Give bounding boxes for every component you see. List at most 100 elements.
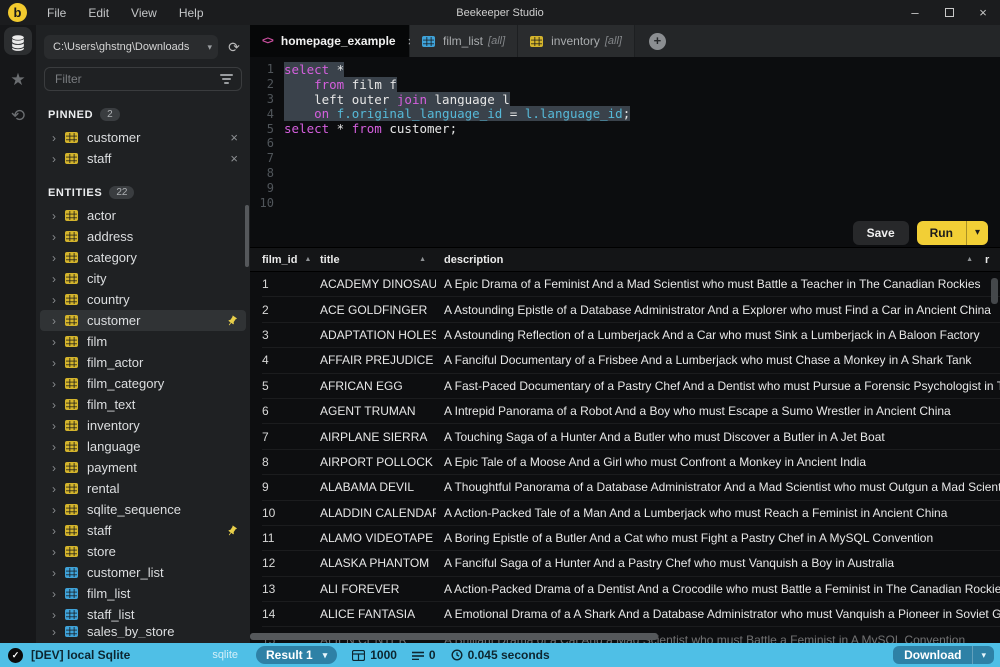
column-header-description[interactable]: description▲ xyxy=(436,248,985,271)
tab-inventory[interactable]: inventory[all] xyxy=(518,25,635,57)
entity-item-film_text[interactable]: ›film_text xyxy=(40,394,246,415)
table-row[interactable]: 4AFFAIR PREJUDICEA Fanciful Documentary … xyxy=(262,348,1000,373)
code-line[interactable]: 4 on f.original_language_id = l.language… xyxy=(250,106,1000,121)
favorites-icon[interactable]: ★ xyxy=(0,61,36,97)
code-line[interactable]: 1select * xyxy=(250,62,1000,77)
pin-icon[interactable] xyxy=(226,315,238,327)
entity-filter[interactable] xyxy=(44,67,242,91)
entity-item-payment[interactable]: ›payment xyxy=(40,457,246,478)
expand-caret-icon[interactable]: › xyxy=(52,131,65,145)
code-line[interactable]: 6 xyxy=(250,136,1000,151)
pinned-item-staff[interactable]: ›staff× xyxy=(40,148,246,169)
entity-item-customer_list[interactable]: ›customer_list xyxy=(40,562,246,583)
expand-caret-icon[interactable]: › xyxy=(52,377,65,391)
result-selector[interactable]: Result 1 ▾ xyxy=(256,646,337,664)
table-row[interactable]: 10ALADDIN CALENDARA Action-Packed Tale o… xyxy=(262,501,1000,526)
minimize-icon[interactable]: – xyxy=(898,5,932,20)
sort-icon[interactable]: ▲ xyxy=(304,256,311,263)
pinned-item-customer[interactable]: ›customer× xyxy=(40,127,246,148)
tables-panel-icon[interactable] xyxy=(0,25,36,61)
tab-film_list[interactable]: film_list[all] xyxy=(410,25,518,57)
entity-item-rental[interactable]: ›rental xyxy=(40,478,246,499)
database-selector[interactable]: C:\Users\ghstng\Downloads ▾ xyxy=(44,35,218,59)
sidebar-scrollbar[interactable] xyxy=(245,205,249,267)
expand-caret-icon[interactable]: › xyxy=(52,209,65,223)
entity-item-address[interactable]: ›address xyxy=(40,226,246,247)
column-header-r[interactable]: r xyxy=(985,248,1000,271)
close-icon[interactable]: × xyxy=(966,5,1000,20)
expand-caret-icon[interactable]: › xyxy=(52,461,65,475)
entity-item-customer[interactable]: ›customer xyxy=(40,310,246,331)
entity-item-sqlite_sequence[interactable]: ›sqlite_sequence xyxy=(40,499,246,520)
history-icon[interactable]: ⟲ xyxy=(0,97,36,133)
filter-icon[interactable] xyxy=(220,74,233,84)
save-button[interactable]: Save xyxy=(853,221,909,245)
column-header-film_id[interactable]: film_id▲ xyxy=(262,248,318,271)
entity-item-actor[interactable]: ›actor xyxy=(40,205,246,226)
expand-caret-icon[interactable]: › xyxy=(52,566,65,580)
run-button[interactable]: Run xyxy=(917,221,966,245)
entity-item-film_actor[interactable]: ›film_actor xyxy=(40,352,246,373)
entity-item-staff[interactable]: ›staff xyxy=(40,520,246,541)
expand-caret-icon[interactable]: › xyxy=(52,440,65,454)
entity-item-film_category[interactable]: ›film_category xyxy=(40,373,246,394)
expand-caret-icon[interactable]: › xyxy=(52,314,65,328)
maximize-icon[interactable] xyxy=(932,5,966,20)
unpin-icon[interactable]: × xyxy=(224,151,238,166)
entity-item-country[interactable]: ›country xyxy=(40,289,246,310)
run-options-icon[interactable]: ▾ xyxy=(966,221,988,245)
expand-caret-icon[interactable]: › xyxy=(52,419,65,433)
expand-caret-icon[interactable]: › xyxy=(52,272,65,286)
entity-item-category[interactable]: ›category xyxy=(40,247,246,268)
table-row[interactable]: 14ALICE FANTASIAA Emotional Drama of a A… xyxy=(262,602,1000,627)
table-row[interactable]: 7AIRPLANE SIERRAA Touching Saga of a Hun… xyxy=(262,424,1000,449)
entity-item-city[interactable]: ›city xyxy=(40,268,246,289)
unpin-icon[interactable]: × xyxy=(224,130,238,145)
table-row[interactable]: 13ALI FOREVERA Action-Packed Drama of a … xyxy=(262,577,1000,602)
expand-caret-icon[interactable]: › xyxy=(52,230,65,244)
table-row[interactable]: 2ACE GOLDFINGERA Astounding Epistle of a… xyxy=(262,297,1000,322)
results-vertical-scrollbar[interactable] xyxy=(991,278,998,304)
entity-item-staff_list[interactable]: ›staff_list xyxy=(40,604,246,625)
expand-caret-icon[interactable]: › xyxy=(52,608,65,622)
code-line[interactable]: 7 xyxy=(250,151,1000,166)
pin-icon[interactable] xyxy=(226,525,238,537)
expand-caret-icon[interactable]: › xyxy=(52,398,65,412)
entity-item-language[interactable]: ›language xyxy=(40,436,246,457)
entity-item-sales_by_store[interactable]: ›sales_by_store xyxy=(40,625,246,638)
expand-caret-icon[interactable]: › xyxy=(52,524,65,538)
table-row[interactable]: 1ACADEMY DINOSAURA Epic Drama of a Femin… xyxy=(262,272,1000,297)
expand-caret-icon[interactable]: › xyxy=(52,251,65,265)
table-row[interactable]: 5AFRICAN EGGA Fast-Paced Documentary of … xyxy=(262,374,1000,399)
code-line[interactable]: 8 xyxy=(250,166,1000,181)
code-line[interactable]: 9 xyxy=(250,180,1000,195)
table-row[interactable]: 3ADAPTATION HOLESA Astounding Reflection… xyxy=(262,323,1000,348)
expand-caret-icon[interactable]: › xyxy=(52,152,65,166)
code-line[interactable]: 2 from film f xyxy=(250,77,1000,92)
entity-item-store[interactable]: ›store xyxy=(40,541,246,562)
sort-icon[interactable]: ▲ xyxy=(966,256,973,263)
new-tab-button[interactable]: + xyxy=(649,33,666,50)
expand-caret-icon[interactable]: › xyxy=(52,482,65,496)
expand-caret-icon[interactable]: › xyxy=(52,625,65,638)
column-header-title[interactable]: title▲ xyxy=(318,248,436,271)
entity-item-inventory[interactable]: ›inventory xyxy=(40,415,246,436)
expand-caret-icon[interactable]: › xyxy=(52,335,65,349)
table-row[interactable]: 8AIRPORT POLLOCKA Epic Tale of a Moose A… xyxy=(262,450,1000,475)
results-horizontal-scrollbar[interactable] xyxy=(250,633,658,640)
connection-name[interactable]: [DEV] local Sqlite xyxy=(31,648,130,662)
download-button[interactable]: Download xyxy=(893,646,972,664)
code-line[interactable]: 10 xyxy=(250,195,1000,210)
code-line[interactable]: 5select * from customer; xyxy=(250,121,1000,136)
table-row[interactable]: 11ALAMO VIDEOTAPEA Boring Epistle of a B… xyxy=(262,526,1000,551)
refresh-icon[interactable]: ⟳ xyxy=(226,39,242,56)
filter-input[interactable] xyxy=(53,71,220,87)
tab-homepage_example[interactable]: <>homepage_example× xyxy=(250,25,410,57)
table-row[interactable]: 12ALASKA PHANTOMA Fanciful Saga of a Hun… xyxy=(262,551,1000,576)
code-line[interactable]: 3 left outer join language l xyxy=(250,92,1000,107)
entity-item-film_list[interactable]: ›film_list xyxy=(40,583,246,604)
expand-caret-icon[interactable]: › xyxy=(52,587,65,601)
download-options-icon[interactable]: ▾ xyxy=(972,646,994,664)
table-row[interactable]: 6AGENT TRUMANA Intrepid Panorama of a Ro… xyxy=(262,399,1000,424)
sort-icon[interactable]: ▲ xyxy=(419,256,426,263)
